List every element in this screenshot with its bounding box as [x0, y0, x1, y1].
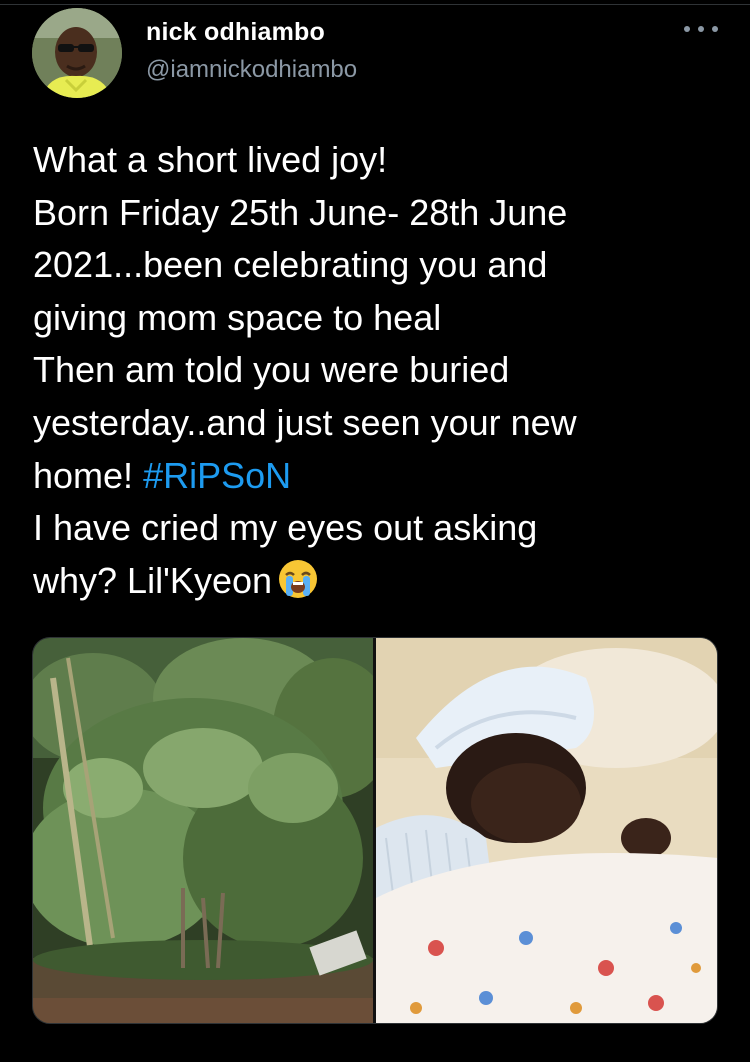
dot [712, 26, 718, 32]
tweet-text: What a short lived joy! Born Friday 25th… [33, 134, 733, 615]
avatar-image [32, 8, 122, 98]
tweet-text-line: Born Friday 25th June- 28th June [33, 191, 568, 233]
media-photo-shrub[interactable] [33, 638, 373, 1023]
loudly-crying-face-icon [276, 557, 320, 616]
media-photo-newborn[interactable] [376, 638, 717, 1023]
media-grid [32, 637, 718, 1024]
newborn-photo-icon [376, 638, 717, 1023]
tweet-text-line: 2021...been celebrating you and [33, 244, 548, 286]
more-options-icon[interactable] [684, 20, 718, 38]
avatar[interactable] [32, 8, 122, 98]
tweet-text-segment: home! [33, 454, 134, 496]
hashtag-link[interactable]: #RiPSoN [143, 455, 291, 496]
dot [698, 26, 704, 32]
author-display-name[interactable]: nick odhiambo [146, 18, 325, 47]
tweet-text-line: giving mom space to heal [33, 296, 442, 338]
shrub-photo-icon [33, 638, 373, 1023]
dot [684, 26, 690, 32]
tweet-text-line: I have cried my eyes out asking [33, 507, 538, 549]
tweet-text-line-hashtag-row: home! #RiPSoN [33, 450, 733, 503]
tweet: nick odhiambo @iamnickodhiambo What a sh… [0, 0, 750, 1062]
author-handle[interactable]: @iamnickodhiambo [146, 56, 357, 84]
tweet-text-line: yesterday..and just seen your new [33, 401, 577, 443]
tweet-text-line-emoji-row: why? Lil'Kyeon [33, 555, 733, 616]
tweet-text-line: Then am told you were buried [33, 349, 510, 391]
tweet-text-line: What a short lived joy! [33, 139, 388, 180]
divider [0, 4, 750, 5]
footer-area [0, 1046, 750, 1062]
tweet-text-segment: why? Lil'Kyeon [33, 559, 273, 601]
